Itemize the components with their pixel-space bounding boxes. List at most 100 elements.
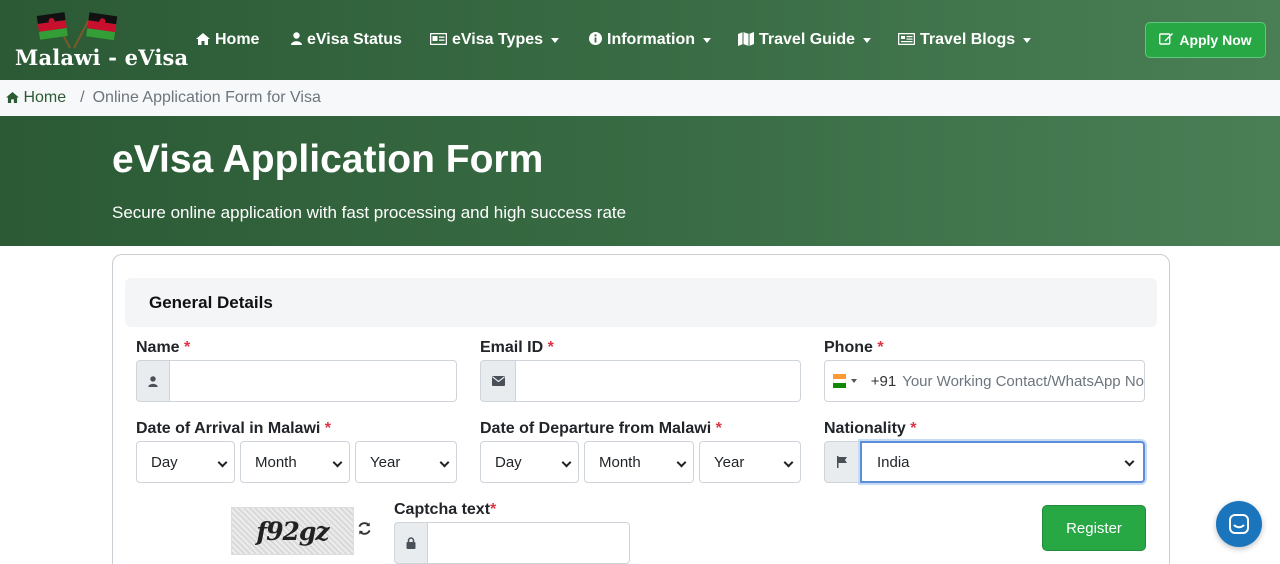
required-mark: * [910,420,917,437]
chevron-down-icon [1023,37,1032,43]
departure-label: Date of Departure from Malawi * [480,420,722,438]
chevron-down-icon [561,457,572,468]
arrival-label-text: Date of Arrival in Malawi [136,420,321,437]
logo-text: Malawi - eVisa [15,45,189,70]
departure-year-select[interactable]: Year [699,441,801,483]
required-mark: * [184,339,191,356]
malawi-flags-icon [36,12,118,49]
newspaper-icon [897,32,916,48]
dial-code: +91 [870,372,897,390]
required-mark: * [547,339,554,356]
id-card-icon [429,32,448,48]
lock-icon [394,522,428,564]
chevron-down-icon [703,37,711,43]
nav-travel-guide-label: Travel Guide [759,31,856,48]
breadcrumb-current: Online Application Form for Visa [92,89,321,106]
apply-now-button[interactable]: Apply Now [1145,22,1266,58]
arrival-label: Date of Arrival in Malawi * [136,420,331,438]
departure-day-select[interactable]: Day [480,441,579,483]
required-mark: * [877,339,884,356]
chevron-down-icon [783,457,794,468]
nationality-select[interactable]: India [860,441,1145,483]
nav-information[interactable]: Information [589,0,711,80]
phone-input[interactable]: +91 Your Working Contact/WhatsApp No [824,360,1145,402]
departure-day-value: Day [495,453,522,471]
nav-home-label: Home [215,31,260,48]
chevron-down-icon [217,457,228,468]
chat-icon [1229,514,1249,534]
email-label-text: Email ID [480,339,544,356]
departure-month-value: Month [599,453,641,471]
arrival-year-select[interactable]: Year [355,441,457,483]
section-title: General Details [149,293,273,312]
email-input-group [480,360,801,402]
arrival-month-value: Month [255,453,297,471]
arrival-day-select[interactable]: Day [136,441,235,483]
nav-evisa-types[interactable]: eVisa Types [429,0,560,80]
breadcrumb-home[interactable]: Home [6,89,66,107]
chevron-down-icon [1124,456,1135,467]
nav-evisa-status[interactable]: eVisa Status [291,0,402,80]
nav-travel-blogs-label: Travel Blogs [920,31,1016,48]
nationality-label-text: Nationality [824,420,906,437]
required-mark: * [715,420,722,437]
home-icon [6,92,19,103]
nationality-label: Nationality * [824,420,916,438]
edit-icon [1159,32,1174,48]
breadcrumb-separator: / [80,89,85,106]
page-subtitle: Secure online application with fast proc… [112,203,627,222]
hero-banner: eVisa Application Form Secure online app… [0,116,1280,246]
user-icon [136,360,170,402]
required-mark: * [324,420,332,437]
phone-placeholder: Your Working Contact/WhatsApp No [902,372,1144,390]
register-label: Register [1066,519,1122,537]
breadcrumb: Home / Online Application Form for Visa [0,80,1280,116]
nav-travel-blogs[interactable]: Travel Blogs [897,0,1032,80]
departure-month-select[interactable]: Month [584,441,694,483]
nav-evisa-status-label: eVisa Status [307,31,402,48]
captcha-image-text: f92gz [256,516,329,546]
chevron-down-icon [863,37,872,43]
name-label-text: Name [136,339,180,356]
general-details-header: General Details [125,278,1157,327]
arrival-year-value: Year [370,453,401,471]
departure-year-value: Year [714,453,745,471]
phone-label-text: Phone [824,339,873,356]
chevron-down-icon [332,457,343,468]
site-logo[interactable]: Malawi - eVisa [12,10,188,72]
info-circle-icon [589,32,602,48]
top-navbar: Malawi - eVisa Home eVisa Status eVisa T… [0,0,1280,80]
chevron-down-icon [676,457,687,468]
india-flag-icon[interactable] [833,374,846,389]
user-icon [291,32,302,48]
nav-home[interactable]: Home [196,0,259,80]
register-button[interactable]: Register [1042,505,1146,551]
breadcrumb-home-label: Home [23,89,67,106]
name-input-group [136,360,457,402]
page-title: eVisa Application Form [112,138,544,181]
nav-information-label: Information [607,31,695,48]
captcha-label: Captcha text* [394,501,496,519]
flag-icon [824,441,860,483]
chat-widget-button[interactable] [1216,501,1262,547]
email-label: Email ID * [480,339,554,357]
captcha-label-text: Captcha text [394,501,491,518]
email-input[interactable] [516,360,801,402]
chevron-down-icon [850,379,857,383]
nav-travel-guide[interactable]: Travel Guide [738,0,872,80]
home-icon [196,32,210,48]
required-mark: * [490,501,497,518]
map-icon [738,31,754,49]
departure-label-text: Date of Departure from Malawi [480,420,712,437]
name-input[interactable] [170,360,457,402]
apply-now-label: Apply Now [1179,32,1252,48]
name-label: Name * [136,339,190,357]
phone-label: Phone * [824,339,884,357]
envelope-icon [480,360,516,402]
arrival-day-value: Day [151,453,178,471]
arrival-month-select[interactable]: Month [240,441,350,483]
captcha-input-group [394,522,630,564]
refresh-icon[interactable] [357,521,372,540]
chevron-down-icon [551,37,560,43]
captcha-input[interactable] [428,522,630,564]
